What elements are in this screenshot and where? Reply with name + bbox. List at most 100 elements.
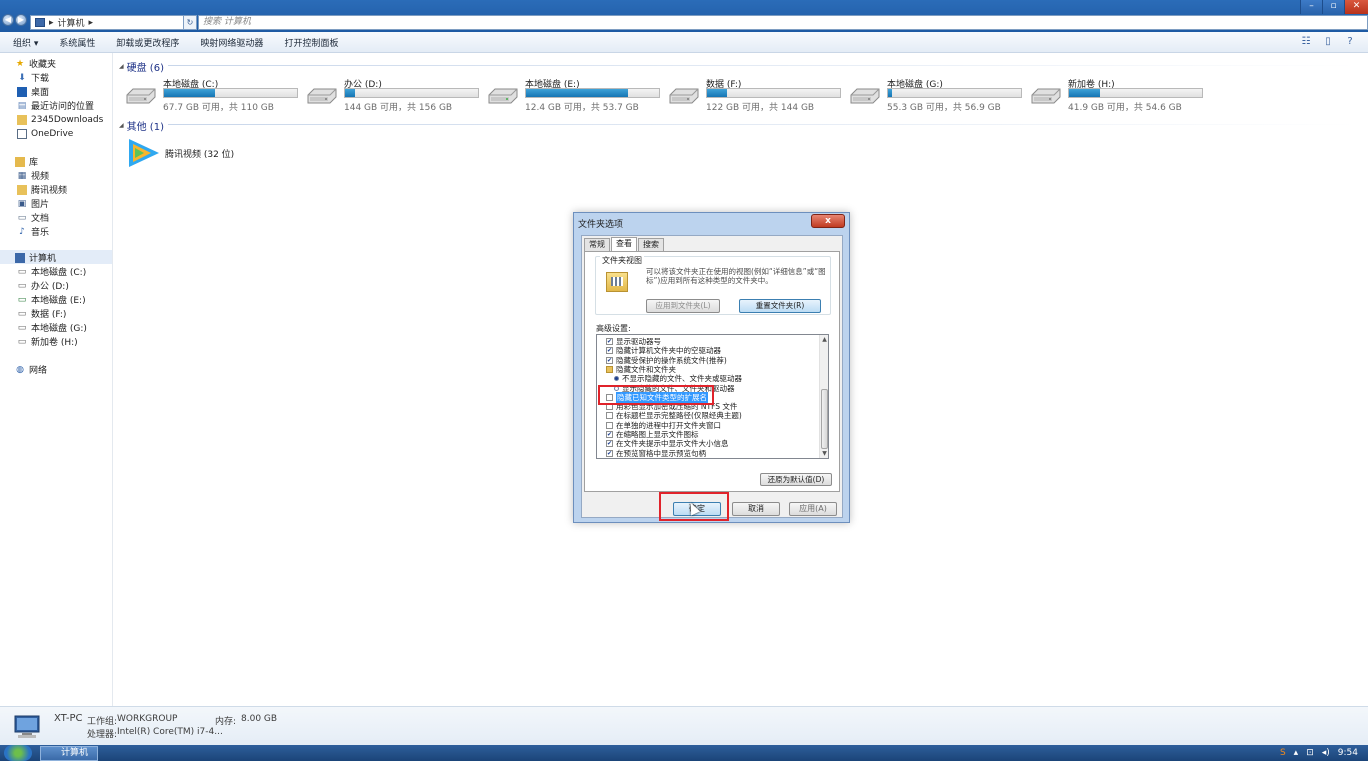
sidebar-item-desktop[interactable]: 桌面 — [17, 85, 49, 98]
sidebar-item-music[interactable]: ♪ 音乐 — [17, 225, 50, 239]
uninstall-program-button[interactable]: 卸载或更改程序 — [103, 36, 187, 49]
taskbar-explorer-button[interactable]: 计算机 — [40, 746, 98, 761]
advanced-setting-row[interactable]: 不显示隐藏的文件、文件夹或驱动器 — [614, 374, 742, 383]
group-header-other[interactable]: ◢ 其他 (1) — [119, 118, 164, 133]
clock[interactable]: 9:54 — [1338, 748, 1358, 758]
sidebar-item-documents[interactable]: ▭ 文档 — [17, 211, 49, 225]
drive-tile[interactable]: 数据 (F:) 122 GB 可用，共 144 GB — [668, 77, 848, 113]
map-network-drive-button[interactable]: 映射网络驱动器 — [187, 36, 271, 49]
scroll-up-icon[interactable]: ▲ — [820, 335, 828, 344]
advanced-setting-row[interactable]: ✔ 显示驱动器号 — [606, 337, 661, 346]
sidebar-item-onedrive[interactable]: OneDrive — [17, 127, 73, 140]
sidebar-item-downloads[interactable]: ⬇ 下载 — [17, 71, 50, 85]
view-options-icon[interactable]: ☷ — [1300, 36, 1312, 47]
input-method-icon[interactable]: S — [1280, 748, 1286, 758]
reset-folders-button[interactable]: 重置文件夹(R) — [739, 299, 821, 313]
checkbox-checked-icon[interactable]: ✔ — [606, 347, 613, 355]
sidebar-item-drive-d[interactable]: ▭ 办公 (D:) — [17, 279, 69, 293]
sidebar-item-videos[interactable]: ▦ 视频 — [17, 169, 49, 183]
sidebar-label: 收藏夹 — [29, 60, 57, 70]
sidebar-item-pictures[interactable]: ▣ 图片 — [17, 197, 49, 211]
system-properties-button[interactable]: 系统属性 — [46, 36, 103, 49]
scroll-thumb[interactable] — [821, 389, 828, 449]
drive-tile[interactable]: 本地磁盘 (E:) 12.4 GB 可用，共 53.7 GB — [487, 77, 667, 113]
checkbox-checked-icon[interactable]: ✔ — [606, 449, 613, 457]
open-control-panel-button[interactable]: 打开控制面板 — [271, 36, 346, 49]
download-folder-icon: ⬇ — [18, 72, 26, 83]
sidebar-favorites[interactable]: ★ 收藏夹 — [15, 57, 57, 71]
folder-options-dialog: 文件夹选项 x 常规 查看 搜索 文件夹视图 可以将该文件夹正在使用的视图(例如… — [573, 212, 850, 523]
cancel-button[interactable]: 取消 — [732, 502, 780, 516]
sidebar-label: 音乐 — [31, 228, 50, 238]
network-icon: ◍ — [16, 364, 24, 375]
network-tray-icon[interactable]: ⊡ — [1306, 748, 1314, 758]
sidebar-label: 本地磁盘 (E:) — [31, 296, 86, 306]
group-title: 硬盘 (6) — [126, 63, 164, 74]
show-hidden-icons-icon[interactable]: ▴ — [1294, 748, 1299, 758]
apply-to-folders-button[interactable]: 应用到文件夹(L) — [646, 299, 720, 313]
sidebar-computer[interactable]: 计算机 — [15, 251, 56, 264]
dialog-close-button[interactable]: x — [811, 214, 845, 228]
back-button[interactable]: ◀ — [2, 14, 14, 26]
advanced-setting-row[interactable]: 在标题栏显示完整路径(仅限经典主题) — [606, 411, 742, 420]
advanced-setting-row[interactable]: 在单独的进程中打开文件夹窗口 — [606, 421, 721, 430]
sidebar-libraries[interactable]: 库 — [15, 155, 38, 168]
drive-tile[interactable]: 本地磁盘 (C:) 67.7 GB 可用，共 110 GB — [125, 77, 305, 113]
sidebar-item-drive-g[interactable]: ▭ 本地磁盘 (G:) — [17, 321, 87, 335]
drive-free-space: 55.3 GB 可用，共 56.9 GB — [887, 103, 1001, 113]
advanced-setting-row[interactable]: ✔ 在预览窗格中显示预览句柄 — [606, 449, 706, 458]
advanced-list-scrollbar[interactable]: ▲ ▼ — [819, 335, 828, 458]
drive-free-space: 41.9 GB 可用，共 54.6 GB — [1068, 103, 1182, 113]
drive-tile[interactable]: 办公 (D:) 144 GB 可用，共 156 GB — [306, 77, 486, 113]
sidebar-item-drive-e[interactable]: ▭ 本地磁盘 (E:) — [17, 293, 86, 307]
checkbox-unchecked-icon[interactable] — [606, 421, 613, 429]
tab-view[interactable]: 查看 — [611, 237, 637, 251]
address-bar[interactable]: ▸ 计算机 ▸ — [30, 15, 193, 30]
group-header-hard-disks[interactable]: ◢ 硬盘 (6) — [119, 59, 164, 74]
minimize-button[interactable]: – — [1300, 0, 1322, 14]
sidebar-label: 2345Downloads — [31, 114, 104, 125]
tab-general[interactable]: 常规 — [584, 238, 610, 251]
advanced-setting-row[interactable]: ✔ 隐藏受保护的操作系统文件(推荐) — [606, 356, 727, 365]
volume-icon[interactable]: ◂) — [1322, 748, 1330, 758]
forward-button[interactable]: ▶ — [15, 14, 27, 26]
advanced-setting-row[interactable]: 隐藏文件和文件夹 — [606, 365, 676, 374]
sidebar-item-2345downloads[interactable]: 2345Downloads — [17, 113, 103, 126]
sidebar-item-drive-f[interactable]: ▭ 数据 (F:) — [17, 307, 67, 321]
drive-tile[interactable]: 新加卷 (H:) 41.9 GB 可用，共 54.6 GB — [1030, 77, 1210, 113]
restore-defaults-button[interactable]: 还原为默认值(D) — [760, 473, 832, 486]
refresh-button[interactable]: ↻ — [183, 15, 197, 30]
folder-view-icon — [606, 272, 628, 292]
drive-tile[interactable]: 本地磁盘 (G:) 55.3 GB 可用，共 56.9 GB — [849, 77, 1029, 113]
sidebar-item-drive-h[interactable]: ▭ 新加卷 (H:) — [17, 335, 78, 349]
breadcrumb-computer[interactable]: 计算机 — [58, 16, 85, 29]
help-icon[interactable]: ? — [1344, 36, 1356, 47]
sidebar-item-recent-places[interactable]: ▤ 最近访问的位置 — [17, 99, 94, 113]
sidebar-item-tencent-video[interactable]: 腾讯视频 — [17, 183, 67, 196]
close-button[interactable]: ✕ — [1344, 0, 1368, 14]
checkbox-checked-icon[interactable]: ✔ — [606, 356, 613, 364]
search-input[interactable]: 搜索 计算机 — [198, 15, 1368, 30]
checkbox-checked-icon[interactable]: ✔ — [606, 431, 613, 438]
scroll-down-icon[interactable]: ▼ — [820, 449, 828, 458]
preview-pane-icon[interactable]: ▯ — [1322, 36, 1334, 47]
advanced-setting-label: 显示驱动器号 — [616, 337, 661, 346]
advanced-setting-row[interactable]: ✔ 在缩略图上显示文件图标 — [606, 430, 699, 439]
maximize-button[interactable]: ▫ — [1322, 0, 1344, 14]
checkbox-checked-icon[interactable]: ✔ — [606, 338, 613, 345]
sidebar-network[interactable]: ◍ 网络 — [15, 363, 47, 377]
organize-menu[interactable]: 组织 ▾ — [0, 36, 46, 49]
advanced-setting-row[interactable]: ✔ 在文件夹提示中显示文件大小信息 — [606, 439, 729, 448]
checkbox-unchecked-icon[interactable] — [606, 412, 613, 420]
start-button[interactable] — [4, 745, 32, 761]
drive-usage-fill — [888, 89, 892, 97]
tab-search[interactable]: 搜索 — [638, 238, 664, 251]
radio-button-icon[interactable] — [614, 376, 619, 382]
drive-usage-fill — [1069, 89, 1100, 97]
tencent-video-item[interactable]: 腾讯视频 (32 位) — [125, 137, 234, 169]
sidebar-item-drive-c[interactable]: ▭ 本地磁盘 (C:) — [17, 265, 86, 279]
sidebar-label: 下载 — [31, 74, 50, 84]
checkbox-checked-icon[interactable]: ✔ — [606, 440, 613, 448]
apply-button[interactable]: 应用(A) — [789, 502, 837, 516]
advanced-setting-row[interactable]: ✔ 隐藏计算机文件夹中的空驱动器 — [606, 346, 721, 355]
